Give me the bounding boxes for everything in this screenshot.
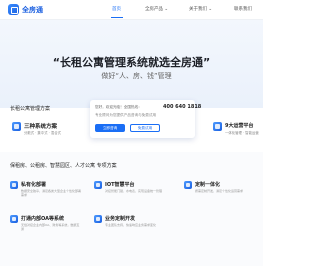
hero-title: “长租公寓管理系统就选全房通” [52, 56, 211, 69]
feature-desc: 数据安全独享，满足各类大型企业个性化部署需求 [21, 189, 82, 198]
section-title: 保租房、公租房、智慧园区、人才公寓 专项方案 [10, 163, 117, 169]
feature-title: IOT智慧平台 [105, 182, 135, 188]
feature-item[interactable]: 定制一体化 按需定制开发，满足个性化运营需求 [184, 180, 264, 216]
logo-icon [8, 4, 19, 15]
system-icon [12, 122, 21, 131]
nav-item-about[interactable]: 关于我们 ⌄ [189, 6, 212, 12]
contact-popup: 您好，欢迎光临！全国热线： 400 640 1818 专业顾问为您提供产品咨询与… [90, 100, 201, 138]
feature-desc: 按需定制开发，满足个性化运营需求 [195, 189, 244, 193]
feature-title: 定制一体化 [195, 182, 221, 188]
logo-text: 全房通 [22, 5, 43, 14]
feature-item[interactable]: 打通内部OA等系统 无缝对接企业内部OA、财务等系统，数据互通 [10, 214, 90, 250]
nav-item-products[interactable]: 全房产品 ⌄ [145, 6, 168, 12]
free-trial-button[interactable]: 免费试用 [130, 124, 160, 132]
card-desc: 一体化管理 · 智能运营 [225, 131, 259, 135]
feature-desc: 专业团队支持，快速响应业务需求变化 [105, 223, 157, 227]
special-solutions-section: 保租房、公租房、智慧园区、人才公寓 专项方案 私有化部署 数据安全独享，满足各类… [0, 152, 263, 266]
feature-item[interactable]: 私有化部署 数据安全独享，满足各类大型企业个性化部署需求 [10, 180, 90, 216]
feature-desc: 无缝对接企业内部OA、财务等系统，数据互通 [21, 223, 80, 232]
solution-card[interactable]: 9大运营平台 一体化管理 · 智能运营 [209, 116, 269, 142]
feature-item[interactable]: 业务定制开发 专业团队支持，快速响应业务需求变化 [94, 214, 174, 250]
card-title: 9大运营平台 [225, 123, 254, 129]
hotline-number[interactable]: 400 640 1818 [163, 104, 201, 110]
popup-greeting: 您好，欢迎光临！全国热线： [95, 105, 142, 109]
section-title: 长租公寓管理方案 [10, 106, 51, 112]
feature-title: 打通内部OA等系统 [21, 216, 64, 222]
feature-item[interactable]: IOT智慧平台 对接智能门锁、水电表，实现设备统一管理 [94, 180, 174, 216]
server-icon [10, 181, 18, 189]
nav-active-indicator [111, 17, 123, 18]
popup-note: 专业顾问为您提供产品咨询与免费试用 [95, 113, 157, 117]
feature-title: 私有化部署 [21, 182, 47, 188]
hero-subtitle: 做好“人、房、钱”管理 [101, 72, 172, 80]
oa-icon [10, 215, 18, 223]
card-title: 三种系统方案 [24, 124, 58, 130]
custom-dev-icon [94, 215, 102, 223]
nav-item-home[interactable]: 首页 [112, 6, 121, 12]
iot-icon [94, 181, 102, 189]
platform-icon [213, 122, 222, 131]
logo[interactable]: 全房通 [8, 4, 43, 15]
feature-title: 业务定制开发 [105, 216, 136, 222]
consult-button[interactable]: 立即咨询 [95, 124, 125, 132]
top-nav: 全房通 首页 全房产品 ⌄ 关于我们 ⌄ 联系我们 [0, 0, 263, 20]
solution-card[interactable]: 三种系统方案 分散式 · 集中式 · 混合式 [8, 116, 86, 142]
design-icon [184, 181, 192, 189]
feature-desc: 对接智能门锁、水电表，实现设备统一管理 [105, 189, 163, 193]
card-desc: 分散式 · 集中式 · 混合式 [24, 131, 61, 135]
hero-banner: “长租公寓管理系统就选全房通” 做好“人、房、钱”管理 [0, 20, 263, 108]
nav-item-contact[interactable]: 联系我们 [234, 6, 252, 12]
